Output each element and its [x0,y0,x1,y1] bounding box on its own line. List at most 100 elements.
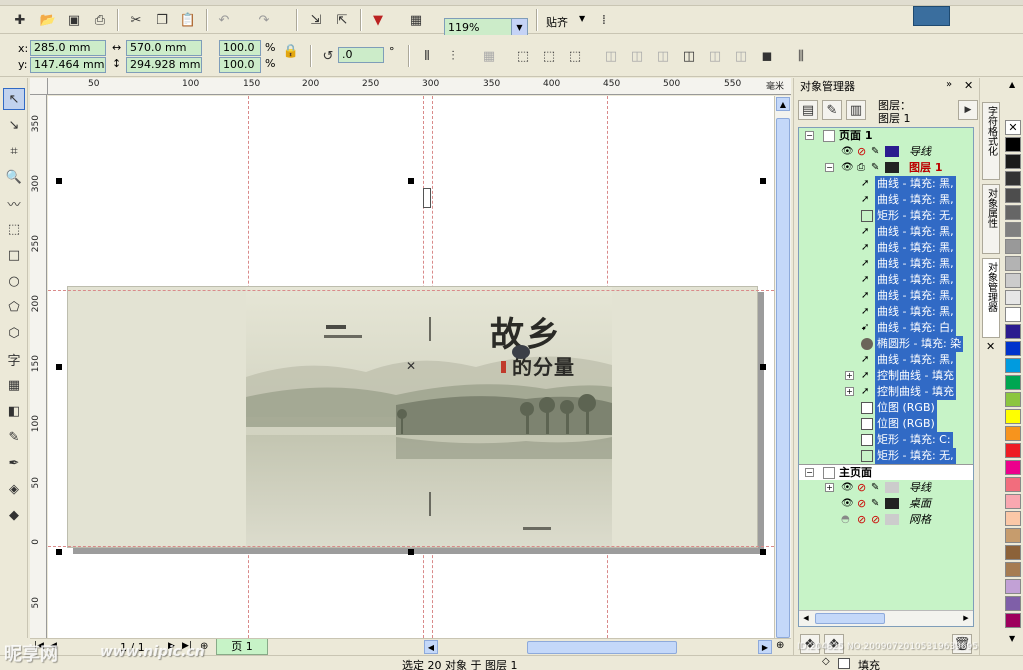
eye-hidden-icon[interactable]: ◓ [841,512,850,528]
color-swatch[interactable] [1005,188,1021,203]
color-swatch[interactable] [1005,528,1021,543]
smart-fill-tool-icon[interactable]: ⬚ [3,218,25,240]
rotation-handle[interactable] [423,188,431,208]
color-swatch[interactable] [1005,545,1021,560]
color-swatch[interactable] [1005,290,1021,305]
import-icon[interactable]: ⇲ [306,10,326,30]
chevron-down-icon[interactable]: ▼ [511,19,527,36]
palette-scroll-down-icon[interactable]: ▼ [1009,634,1015,643]
mirror-vertical-icon[interactable]: ⫶ [443,46,463,66]
tree-horizontal-scrollbar[interactable]: ◀ ▶ [799,610,973,626]
color-swatch[interactable] [1005,222,1021,237]
chevron-down-icon[interactable]: ▼ [579,14,585,23]
interactive-blend-tool-icon[interactable]: ◧ [3,400,25,422]
color-swatch[interactable] [1005,375,1021,390]
pencil-icon[interactable]: ✎ [871,496,879,512]
color-swatch[interactable] [1005,579,1021,594]
tree-object[interactable]: + ➚ 控制曲线 - 填充 [799,368,973,384]
no-print-icon[interactable]: ⊘ [857,480,866,496]
welcome-screen-icon[interactable]: ▦ [406,10,426,30]
tree-object[interactable]: ➚ 曲线 - 填充: 黑, [799,224,973,240]
vertical-scroll-thumb[interactable] [776,118,790,638]
tree-object[interactable]: 位图 (RGB) [799,400,973,416]
eye-icon[interactable]: 👁 [841,480,854,496]
intersect-icon[interactable]: ◫ [653,46,673,66]
options-icon[interactable]: ⁞ [594,10,614,30]
color-swatch[interactable] [1005,596,1021,611]
collapse-icon[interactable]: − [805,468,814,477]
tree-object[interactable]: 椭圆形 - 填充: 染 [799,336,973,352]
tree-object[interactable]: + ➚ 控制曲线 - 填充 [799,384,973,400]
trim-icon[interactable]: ◫ [627,46,647,66]
color-swatch[interactable] [1005,324,1021,339]
cut-icon[interactable]: ✂ [126,10,146,30]
no-color-swatch[interactable]: ✕ [1005,120,1021,135]
weld-icon[interactable]: ◫ [601,46,621,66]
color-swatch[interactable] [1005,205,1021,220]
print-icon[interactable]: ⎙ [90,10,110,30]
undo-icon[interactable]: ↶ [214,10,234,30]
no-print-icon[interactable]: ⊘ [857,144,866,160]
ruler-origin-corner[interactable] [30,78,48,95]
snap-to-menu[interactable]: 贴齐 [546,14,568,30]
selection-handle[interactable] [408,178,414,184]
copy-icon[interactable]: ❐ [152,10,172,30]
text-tool-icon[interactable]: 字 [3,348,25,370]
color-swatch[interactable] [1005,307,1021,322]
color-swatch[interactable] [1005,477,1021,492]
color-swatch[interactable] [1005,171,1021,186]
page-tab-1[interactable]: 页 1 [216,639,268,655]
selection-handle[interactable] [56,364,62,370]
group-icon[interactable]: ⬚ [513,46,533,66]
docker-menu-arrow-icon[interactable]: ▶ [958,100,978,120]
color-swatch[interactable] [1005,273,1021,288]
selection-handle[interactable] [760,178,766,184]
table-tool-icon[interactable]: ▦ [3,374,25,396]
paste-icon[interactable]: 📋 [178,10,198,30]
back-minus-front-icon[interactable]: ◫ [731,46,751,66]
expand-icon[interactable]: + [845,371,854,380]
tree-master-page[interactable]: − 主页面 [799,464,973,480]
tree-object[interactable]: ➚ 曲线 - 填充: 黑, [799,192,973,208]
tree-scroll-thumb[interactable] [815,613,885,624]
selection-handle[interactable] [760,364,766,370]
fill-swatch[interactable] [838,658,850,669]
palette-scroll-up-icon[interactable]: ▲ [1009,80,1015,89]
ungroup-icon[interactable]: ⬚ [539,46,559,66]
color-swatch[interactable] [1005,613,1021,628]
book-cover-artwork[interactable]: 故乡 的分量 [67,286,758,548]
color-swatch[interactable] [1005,426,1021,441]
drawing-canvas[interactable]: 故乡 的分量 ✕ [48,96,774,638]
tree-object[interactable]: 矩形 - 填充: C: [799,432,973,448]
tree-page-1[interactable]: − 页面 1 [799,128,973,144]
color-swatch[interactable] [1005,511,1021,526]
horizontal-scroll-thumb[interactable] [527,641,677,654]
horizontal-ruler[interactable]: 50 100 150 200 250 300 350 400 450 500 5… [48,78,791,95]
layer-manager-view-icon[interactable]: ▥ [846,100,866,120]
tree-object[interactable]: ➚ 曲线 - 填充: 黑, [799,240,973,256]
tab-character-formatting[interactable]: 字符格式化 [982,102,1000,180]
docker-collapse-icon[interactable]: » [946,79,952,90]
color-swatch[interactable] [1005,256,1021,271]
collapse-icon[interactable]: − [825,163,834,172]
guideline[interactable] [48,546,774,547]
close-icon[interactable]: ✕ [964,79,973,92]
tree-layer-guides[interactable]: 👁 ⊘ ✎ 导线 [799,144,973,160]
y-position-field[interactable]: 147.464 mm [30,57,106,73]
freehand-tool-icon[interactable]: 〰 [3,192,25,214]
shape-tool-icon[interactable]: ↘ [3,114,25,136]
crop-tool-icon[interactable]: ⌗ [3,140,25,162]
mirror-horizontal-icon[interactable]: ⫴ [417,46,437,66]
tree-object[interactable]: 矩形 - 填充: 无, [799,448,973,464]
scale-width-field[interactable]: 100.0 [219,40,261,56]
rotation-angle-field[interactable]: .0 [338,47,384,63]
pick-tool-icon[interactable]: ↖ [3,88,25,110]
basic-shapes-tool-icon[interactable]: ⬡ [3,322,25,344]
polygon-tool-icon[interactable]: ⬠ [3,296,25,318]
tree-object[interactable]: ➚ 曲线 - 填充: 黑, [799,304,973,320]
eyedropper-tool-icon[interactable]: ✎ [3,426,25,448]
lock-ratio-icon[interactable]: 🔒 [281,41,301,61]
selection-handle[interactable] [56,178,62,184]
color-swatch[interactable] [1005,460,1021,475]
tree-object[interactable]: 位图 (RGB) [799,416,973,432]
